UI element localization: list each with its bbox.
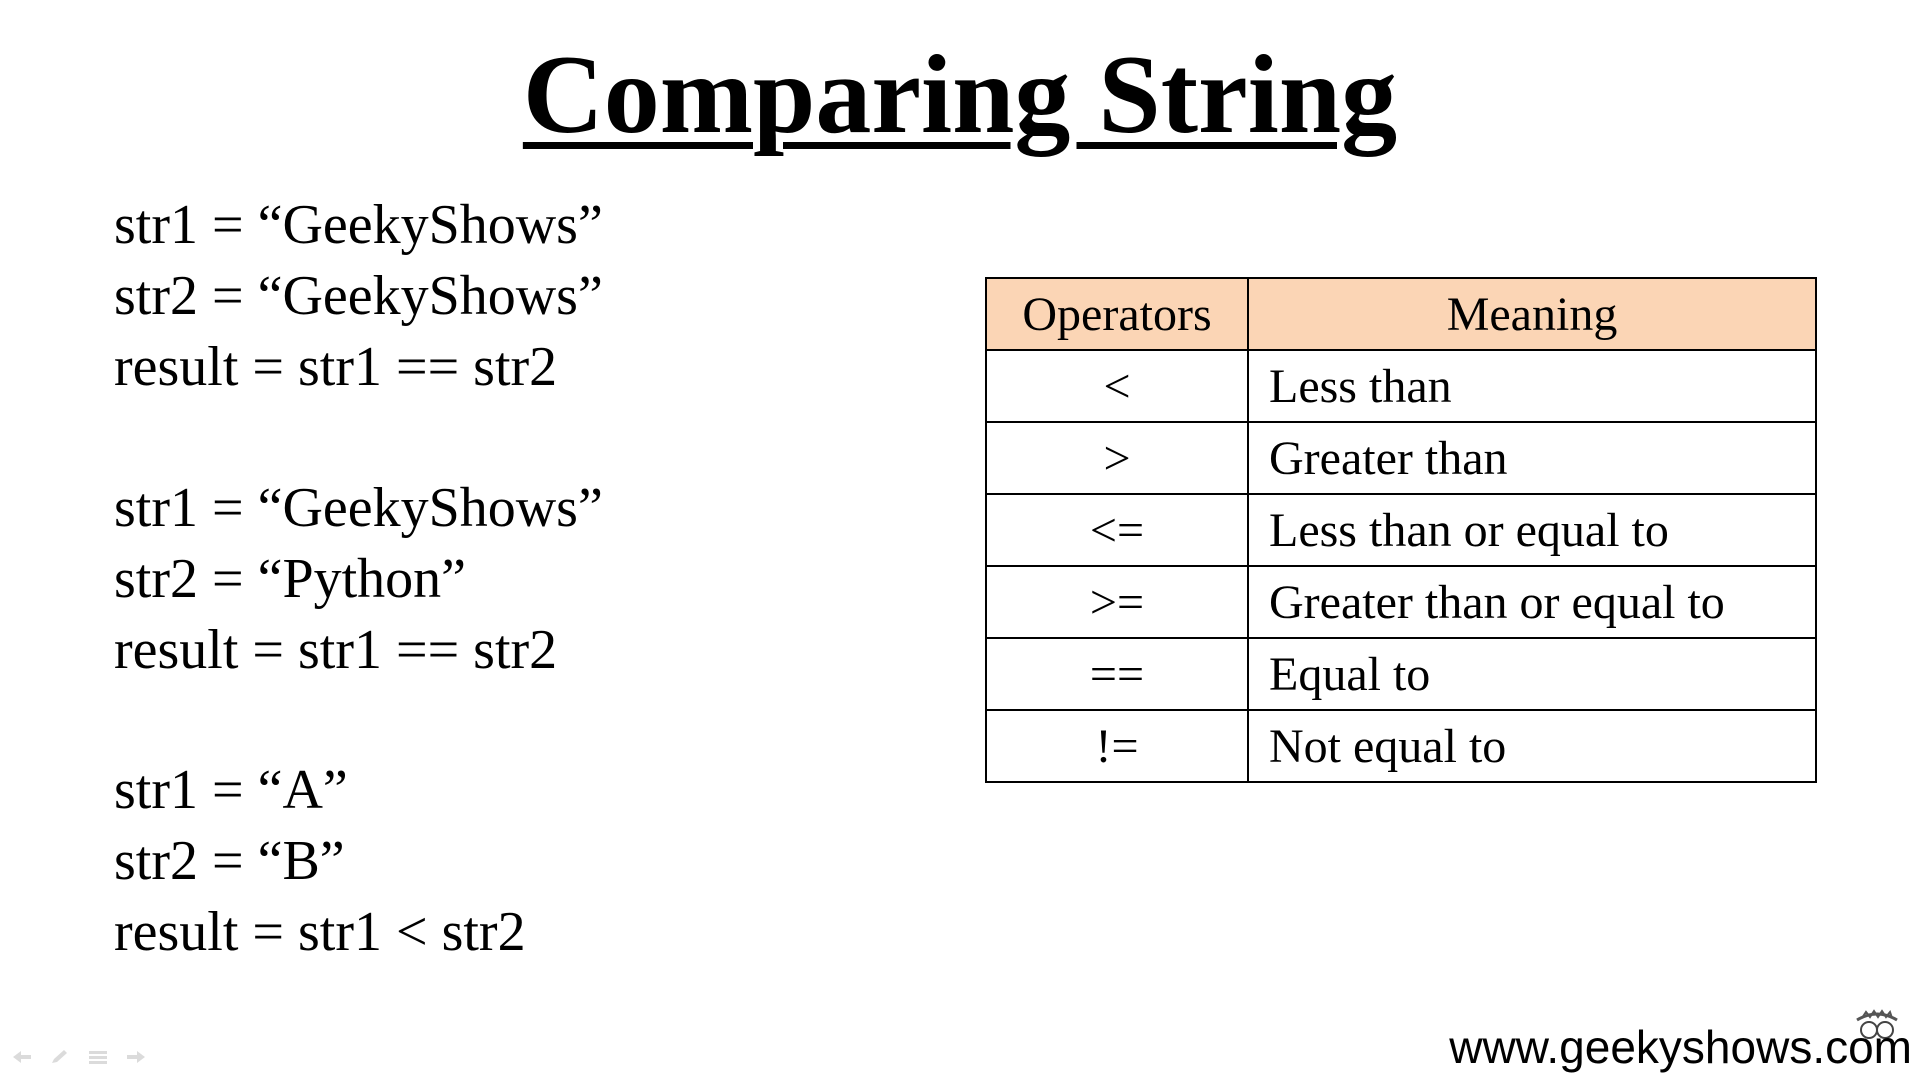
table-row: >= Greater than or equal to: [985, 565, 1817, 639]
pen-icon[interactable]: [48, 1048, 72, 1066]
meaning-cell: Greater than or equal to: [1247, 565, 1817, 639]
slideshow-controls: [10, 1048, 148, 1066]
code-block-2: str1 = “GeekyShows” str2 = “Python” resu…: [114, 473, 603, 686]
operator-cell: !=: [985, 709, 1249, 783]
operator-cell: <: [985, 349, 1249, 423]
header-meaning: Meaning: [1247, 277, 1817, 351]
header-operators: Operators: [985, 277, 1249, 351]
operator-cell: ==: [985, 637, 1249, 711]
table-row: < Less than: [985, 349, 1817, 423]
operator-cell: <=: [985, 493, 1249, 567]
code-line: result = str1 == str2: [114, 619, 558, 681]
table-row: > Greater than: [985, 421, 1817, 495]
table-row: != Not equal to: [985, 709, 1817, 783]
code-line: str2 = “Python”: [114, 548, 466, 610]
operator-cell: >=: [985, 565, 1249, 639]
table-header-row: Operators Meaning: [985, 277, 1817, 351]
code-line: str1 = “GeekyShows”: [114, 194, 603, 256]
slide-title: Comparing String: [522, 33, 1398, 157]
meaning-cell: Less than or equal to: [1247, 493, 1817, 567]
operator-cell: >: [985, 421, 1249, 495]
meaning-cell: Less than: [1247, 349, 1817, 423]
code-line: str2 = “B”: [114, 830, 345, 892]
meaning-cell: Not equal to: [1247, 709, 1817, 783]
meaning-cell: Greater than: [1247, 421, 1817, 495]
meaning-cell: Equal to: [1247, 637, 1817, 711]
code-line: str1 = “A”: [114, 759, 348, 821]
code-line: str1 = “GeekyShows”: [114, 477, 603, 539]
code-block-1: str1 = “GeekyShows” str2 = “GeekyShows” …: [114, 190, 603, 403]
watermark: www.geekyshows.com: [1352, 1008, 1912, 1080]
code-line: str2 = “GeekyShows”: [114, 265, 603, 327]
operators-table: Operators Meaning < Less than > Greater …: [985, 277, 1817, 783]
next-arrow-icon[interactable]: [124, 1048, 148, 1066]
code-line: result = str1 == str2: [114, 336, 558, 398]
table-row: == Equal to: [985, 637, 1817, 711]
watermark-url: www.geekyshows.com: [1449, 1021, 1912, 1073]
previous-arrow-icon[interactable]: [10, 1048, 34, 1066]
code-block-3: str1 = “A” str2 = “B” result = str1 < st…: [114, 755, 526, 968]
code-line: result = str1 < str2: [114, 901, 526, 963]
menu-icon[interactable]: [86, 1048, 110, 1066]
table-row: <= Less than or equal to: [985, 493, 1817, 567]
